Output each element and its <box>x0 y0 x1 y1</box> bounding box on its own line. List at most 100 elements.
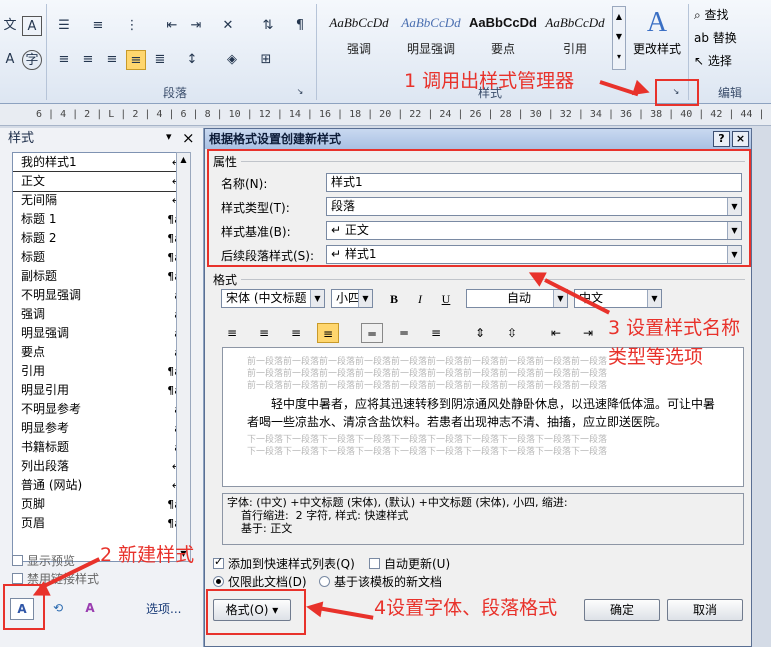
style-list-item[interactable]: 要点a <box>13 343 189 362</box>
align-left-icon[interactable]: ≡ <box>54 50 74 70</box>
borders-icon[interactable]: ⊞ <box>256 50 276 70</box>
underline-button[interactable]: U <box>435 289 457 309</box>
style-list-item-label: 列出段落 <box>21 459 70 473</box>
increase-indent-icon[interactable]: ⇥ <box>577 323 599 343</box>
style-list-item-label: 标题 2 <box>21 231 57 245</box>
style-list-item[interactable]: 明显引用 ¶a <box>13 381 189 400</box>
style-list-item[interactable]: 明显参考a <box>13 419 189 438</box>
pane-dropdown-icon[interactable]: ▾ <box>166 130 172 143</box>
style-list-item-label: 无间隔 <box>21 193 58 207</box>
distributed-icon[interactable]: ≣ <box>150 50 170 70</box>
phonetic-guide-icon[interactable]: 文 <box>0 16 20 36</box>
italic-button[interactable]: I <box>409 289 431 309</box>
chevron-down-icon[interactable]: ▼ <box>358 290 372 307</box>
paragraph-group-label: 段落 <box>162 86 187 100</box>
style-inspector-button[interactable]: ⟲ <box>46 598 70 620</box>
increase-indent-icon[interactable]: ⇥ <box>186 16 206 36</box>
align-center-icon[interactable]: ≡ <box>78 50 98 70</box>
style-list-item[interactable]: 强调a <box>13 305 189 324</box>
color-select[interactable]: 自动 ▼ <box>466 289 568 308</box>
justify-icon[interactable]: ≡ <box>126 50 146 70</box>
align-right-icon[interactable]: ≡ <box>102 50 122 70</box>
style-list-item[interactable]: 普通 (网站)↵ <box>13 476 189 495</box>
style-list-item[interactable]: 标题 ¶a <box>13 248 189 267</box>
style-preview: AaBbCcDd <box>329 15 389 30</box>
bullets-icon[interactable]: ☰ <box>54 16 74 36</box>
bold-button[interactable]: B <box>383 289 405 309</box>
pane-close-icon[interactable]: × <box>182 129 195 147</box>
style-list-item[interactable]: 页眉 ¶a <box>13 514 189 533</box>
replace-label: 替换 <box>712 31 737 45</box>
chevron-down-icon[interactable]: ▼ <box>647 290 661 307</box>
only-this-document-radio[interactable]: 仅限此文档(D) <box>213 573 307 590</box>
select-icon: ↖ <box>694 54 708 68</box>
style-list-item[interactable]: 无间隔↵ <box>13 191 189 210</box>
style-tile-strong[interactable]: AaBbCcDd 要点 <box>468 6 538 64</box>
dialog-close-button[interactable]: × <box>732 131 749 147</box>
show-preview-checkbox[interactable]: 显示预览 <box>12 552 75 569</box>
line-spacing-icon[interactable]: ↕ <box>182 50 202 70</box>
style-preview: AaBbCcDd <box>401 15 461 30</box>
options-link[interactable]: 选项... <box>146 600 181 617</box>
show-marks-icon[interactable]: ¶ <box>290 16 310 36</box>
double-spacing-icon[interactable]: ≡ <box>425 323 447 343</box>
chevron-down-icon[interactable]: ▼ <box>310 290 324 307</box>
chinese-layout-icon[interactable]: ✕ <box>218 16 238 36</box>
align-center-icon[interactable]: ≡ <box>253 323 275 343</box>
replace-button[interactable]: ab 替换 <box>694 29 737 46</box>
numbering-icon[interactable]: ≡ <box>88 16 108 36</box>
style-list-item[interactable]: 副标题 ¶a <box>13 267 189 286</box>
style-list-item[interactable]: 我的样式1↵ <box>13 153 189 172</box>
preview-next-paragraph: 下一段落下一段落下一段落下一段落下一段落下一段落下一段落下一段落下一段落下一段落 <box>247 447 608 457</box>
cancel-button[interactable]: 取消 <box>667 599 743 621</box>
style-tile-emphasis[interactable]: AaBbCcDd 强调 <box>324 6 394 64</box>
scroll-up-icon[interactable]: ▲ <box>177 153 190 167</box>
select-button[interactable]: ↖ 选择 <box>694 52 732 69</box>
style-list-item[interactable]: 正文↵ <box>13 171 189 192</box>
decrease-indent-icon[interactable]: ⇤ <box>162 16 182 36</box>
paragraph-dialog-launcher-icon[interactable]: ↘ <box>294 86 306 98</box>
font-select[interactable]: 宋体 (中文标题 ▼ <box>221 289 325 308</box>
auto-update-checkbox[interactable]: 自动更新(U) <box>369 555 450 572</box>
ok-button[interactable]: 确定 <box>584 599 660 621</box>
align-left-icon[interactable]: ≡ <box>221 323 243 343</box>
align-right-icon[interactable]: ≡ <box>285 323 307 343</box>
character-border-icon[interactable]: A <box>22 16 42 36</box>
style-list-item-label: 我的样式1 <box>21 155 77 169</box>
style-list-item[interactable]: 标题 2 ¶a <box>13 229 189 248</box>
style-list[interactable]: 我的样式1↵正文↵无间隔↵标题 1¶a标题 2¶a标题¶a副标题¶a不明显强调a… <box>12 152 190 562</box>
style-list-item[interactable]: 标题 1 ¶a <box>13 210 189 229</box>
style-list-item[interactable]: 列出段落↵ <box>13 457 189 476</box>
style-name: 强调 <box>346 42 371 56</box>
justify-icon[interactable]: ≡ <box>317 323 339 343</box>
character-shading-icon[interactable]: A <box>0 50 20 70</box>
gallery-scroll[interactable]: ▲ ▼ ▾ <box>612 6 626 70</box>
style-list-item[interactable]: 不明显参考a <box>13 400 189 419</box>
multilevel-list-icon[interactable]: ⋮ <box>122 16 142 36</box>
style-list-item[interactable]: 不明显强调a <box>13 286 189 305</box>
add-quick-style-checkbox[interactable]: 添加到快速样式列表(Q) <box>213 555 355 572</box>
radio-icon <box>213 576 224 587</box>
template-documents-radio[interactable]: 基于该模板的新文档 <box>319 573 442 590</box>
replace-icon: ab <box>694 31 713 45</box>
increase-spacing-icon[interactable]: ⇕ <box>469 323 491 343</box>
style-list-scrollbar[interactable]: ▲ ▼ <box>176 152 191 562</box>
size-select[interactable]: 小四 ▼ <box>331 289 373 308</box>
style-tile-quote[interactable]: AaBbCcDd 引用 <box>540 6 610 64</box>
one-half-spacing-icon[interactable]: ═ <box>393 323 415 343</box>
style-list-item[interactable]: 引用 ¶a <box>13 362 189 381</box>
decrease-spacing-icon[interactable]: ⇳ <box>501 323 523 343</box>
style-list-item[interactable]: 页脚 ¶a <box>13 495 189 514</box>
style-tile-intense-emphasis[interactable]: AaBbCcDd 明显强调 <box>396 6 466 64</box>
manage-styles-button[interactable]: A <box>78 598 102 620</box>
style-list-item[interactable]: 明显强调a <box>13 324 189 343</box>
style-list-item[interactable]: 书籍标题a <box>13 438 189 457</box>
sort-icon[interactable]: ⇅ <box>258 16 278 36</box>
shading-icon[interactable]: ◈ <box>222 50 242 70</box>
help-button[interactable]: ? <box>713 131 730 147</box>
enclose-characters-icon[interactable]: 字 <box>22 50 42 70</box>
change-styles-button[interactable]: A 更改样式 <box>632 6 682 72</box>
single-spacing-icon[interactable]: ═ <box>361 323 383 343</box>
find-button[interactable]: ⌕ 查找 <box>694 6 729 23</box>
decrease-indent-icon[interactable]: ⇤ <box>545 323 567 343</box>
